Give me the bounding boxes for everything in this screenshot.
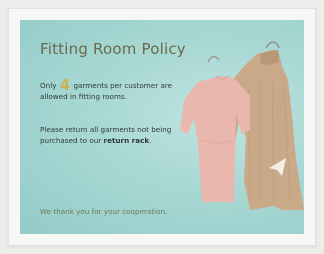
- sweater-dress-icon: [226, 41, 304, 210]
- policy-sign: Fitting Room Policy Only 4 garments per …: [20, 20, 304, 234]
- page-title: Fitting Room Policy: [40, 40, 186, 58]
- return-instructions-text: Please return all garments not being pur…: [40, 125, 172, 145]
- garment-limit-text: Only 4 garments per customer are allowed…: [40, 76, 173, 102]
- thank-you-text: We thank you for your cooperation.: [40, 207, 168, 216]
- return-rack-label: return rack: [103, 136, 150, 145]
